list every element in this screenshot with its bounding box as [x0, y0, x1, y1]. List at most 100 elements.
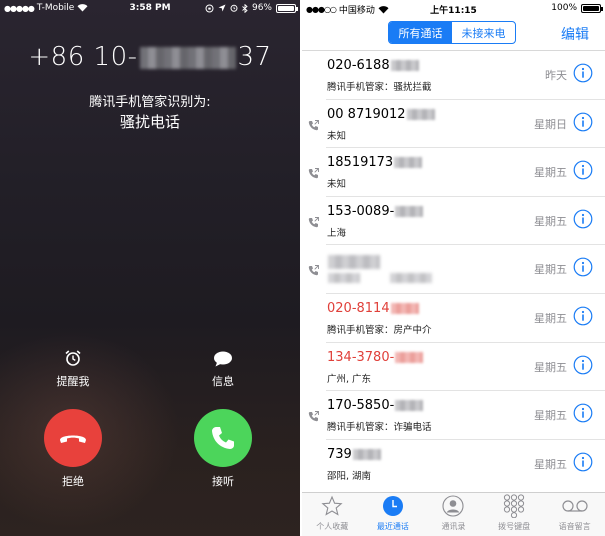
tab-label: 拨号键盘 [498, 522, 531, 531]
info-icon[interactable] [573, 160, 593, 180]
outgoing-call-icon [308, 265, 319, 276]
tab-label: 最近通话 [376, 522, 409, 531]
segment-missed-calls[interactable]: 未接来电 [452, 22, 515, 43]
info-icon[interactable] [573, 63, 593, 83]
tab-contacts[interactable]: 通讯录 [423, 493, 484, 536]
message-button[interactable]: 信息 [193, 345, 253, 389]
row-subtitle: 未知 [327, 179, 347, 191]
call-filter-segment: 所有通话 未接来电 [388, 21, 516, 44]
info-icon[interactable] [573, 112, 593, 132]
alarm-clock-icon [65, 350, 81, 366]
message-bubble-icon [214, 351, 232, 367]
row-number: 134-3780- [327, 350, 424, 365]
row-number: 00 8719012 [327, 107, 435, 122]
row-subtitle: 上海 [327, 227, 347, 239]
lock-rotation-icon [205, 4, 214, 12]
list-item[interactable]: 739 邵阳, 湖南 星期五 [326, 440, 605, 489]
accept-button[interactable] [194, 409, 252, 467]
row-date: 星期五 [534, 409, 567, 423]
voicemail-icon [562, 500, 588, 512]
segment-all-calls[interactable]: 所有通话 [389, 22, 452, 43]
bluetooth-icon [242, 3, 248, 13]
row-subtitle: 未知 [327, 130, 347, 142]
info-icon[interactable] [573, 306, 593, 326]
remind-me-label: 提醒我 [56, 375, 90, 388]
recents-list: 020-6188 腾讯手机管家：骚扰拦截 昨天 00 8719012 未知 星期… [302, 51, 605, 488]
row-date: 星期日 [534, 117, 567, 131]
row-number: 020-8114 [327, 301, 419, 316]
row-number: 020-6188 [327, 58, 419, 73]
tab-voicemail[interactable]: 语音留言 [544, 493, 605, 536]
alarm-icon [230, 4, 238, 12]
row-subtitle: 邵阳, 湖南 [327, 470, 372, 482]
hang-up-icon [60, 435, 86, 443]
tab-label: 语音留言 [558, 522, 591, 531]
status-bar: ●●●●● T-Mobile 3:58 PM 96% [0, 0, 300, 16]
caller-number-prefix: +86 10- [28, 42, 138, 72]
identified-type: 骚扰电话 [119, 113, 180, 131]
redacted-digits [139, 46, 236, 69]
outgoing-call-icon [308, 411, 319, 422]
star-icon [321, 495, 343, 516]
row-subtitle: 广州, 广东 [327, 373, 372, 385]
row-subtitle: 腾讯手机管家：房产中介 [327, 324, 432, 336]
row-date: 星期五 [534, 214, 567, 228]
row-date: 星期五 [534, 360, 567, 374]
caller-number: +86 10- 37 [0, 42, 300, 72]
list-item[interactable]: 18519173 未知 星期五 [308, 148, 605, 197]
list-item[interactable]: 星期五 [308, 245, 605, 294]
identified-label: 腾讯手机管家识别为: [89, 95, 211, 110]
row-number: 739 [327, 447, 381, 462]
outgoing-call-icon [308, 216, 319, 227]
outgoing-call-icon [308, 119, 319, 130]
row-subtitle: 腾讯手机管家：诈骗电话 [327, 422, 432, 434]
battery-icon [581, 3, 603, 13]
decline-button[interactable] [44, 409, 102, 467]
tab-bar: 个人收藏 最近通话 通讯录 拨号键盘 语音留言 [302, 492, 605, 536]
tab-label: 通讯录 [441, 522, 466, 531]
tab-keypad[interactable]: 拨号键盘 [484, 493, 545, 536]
row-date: 昨天 [545, 69, 567, 82]
row-date: 星期五 [534, 457, 567, 471]
info-icon[interactable] [573, 257, 593, 277]
battery-percent: 96% [251, 3, 272, 13]
edit-button[interactable]: 编辑 [561, 24, 589, 44]
list-item[interactable]: 00 8719012 未知 星期日 [308, 100, 605, 149]
list-item[interactable]: 020-6188 腾讯手机管家：骚扰拦截 昨天 [326, 51, 605, 100]
clock-icon [382, 496, 403, 516]
caller-number-suffix: 37 [237, 42, 272, 72]
location-icon [218, 4, 226, 12]
info-icon[interactable] [573, 355, 593, 375]
phone-icon [212, 427, 234, 449]
battery-icon [276, 3, 298, 13]
decline-label: 拒绝 [62, 475, 84, 488]
row-date: 星期五 [534, 263, 567, 277]
info-icon[interactable] [573, 209, 593, 229]
outgoing-call-icon [308, 168, 319, 179]
recents-screen: ●●●○○ 中国移动 上午11:15 100% 所有通话 未接来电 编辑 020… [302, 0, 605, 536]
battery-percent: 100% [551, 3, 577, 13]
contacts-icon [442, 495, 465, 517]
tab-recents[interactable]: 最近通话 [363, 493, 424, 536]
status-bar: ●●●○○ 中国移动 上午11:15 100% [302, 0, 605, 16]
redacted-number [328, 255, 380, 270]
row-date: 星期五 [534, 166, 567, 180]
list-item[interactable]: 134-3780- 广州, 广东 星期五 [326, 343, 605, 392]
info-icon[interactable] [573, 403, 593, 423]
keypad-icon [503, 494, 525, 518]
list-item[interactable]: 020-8114 腾讯手机管家：房产中介 星期五 [326, 294, 605, 343]
redacted-subtitle [328, 273, 360, 284]
row-number: 18519173 [327, 155, 423, 170]
info-icon[interactable] [573, 452, 593, 472]
row-number: 170-5850- [327, 398, 424, 413]
list-item[interactable]: 153-0089- 上海 星期五 [308, 197, 605, 246]
row-number: 153-0089- [327, 204, 424, 219]
remind-me-button[interactable]: 提醒我 [43, 345, 103, 389]
message-label: 信息 [212, 375, 234, 388]
row-subtitle: 腾讯手机管家：骚扰拦截 [327, 82, 432, 93]
row-date: 星期五 [534, 311, 567, 325]
list-item[interactable]: 170-5850- 腾讯手机管家：诈骗电话 星期五 [308, 391, 605, 440]
tab-label: 个人收藏 [316, 522, 349, 531]
redacted-subtitle [390, 273, 432, 284]
tab-favorites[interactable]: 个人收藏 [302, 493, 363, 536]
